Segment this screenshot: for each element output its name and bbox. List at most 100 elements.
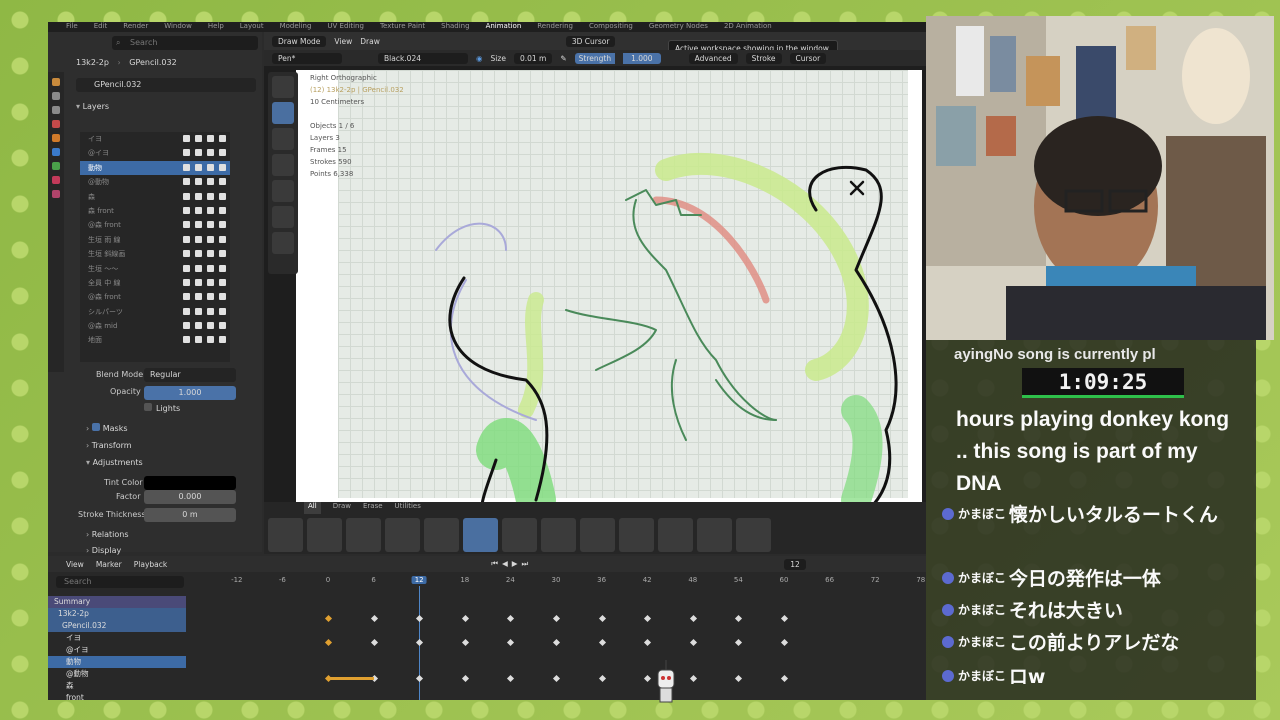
layer-visibility-icons[interactable] <box>183 206 226 214</box>
layer-visibility-icons[interactable] <box>183 322 226 330</box>
layer-visibility-icons[interactable] <box>183 163 226 171</box>
channel-row[interactable]: front <box>48 692 186 700</box>
brush-thumbnail[interactable] <box>541 518 576 552</box>
layer-item[interactable]: 生垣 斜線画 <box>80 247 230 261</box>
keyframe-marker[interactable] <box>552 638 561 647</box>
brush-thumbnail[interactable] <box>424 518 459 552</box>
channel-row[interactable]: 動物 <box>48 656 186 668</box>
keyframe-marker[interactable] <box>689 614 697 623</box>
tab-compositing[interactable]: Compositing <box>589 22 633 32</box>
keyframe-marker[interactable] <box>598 638 606 647</box>
keyframe-marker[interactable] <box>689 638 697 647</box>
layer-item[interactable]: @イヨ <box>80 146 230 160</box>
layers-section-header[interactable]: ▾ Layers <box>76 100 109 114</box>
tint-color-swatch[interactable] <box>144 476 236 490</box>
cursor-tool-icon[interactable] <box>272 76 294 98</box>
shelf-tab-all[interactable]: All <box>304 502 321 514</box>
transform-section[interactable]: › Transform <box>86 439 132 453</box>
tool-tab-icon[interactable] <box>52 78 60 86</box>
properties-search[interactable]: ⌕ Search <box>112 36 258 50</box>
stroke-dropdown[interactable]: Stroke <box>745 52 782 64</box>
menu-window[interactable]: Window <box>164 22 192 32</box>
tab-animation[interactable]: Animation <box>486 22 522 32</box>
keyframe-marker[interactable] <box>416 638 424 647</box>
layer-visibility-icons[interactable] <box>183 278 226 286</box>
render-tab-icon[interactable] <box>52 92 60 100</box>
keyframe-marker[interactable] <box>735 674 743 683</box>
keyframe-marker[interactable] <box>370 614 378 623</box>
view-menu[interactable]: View <box>334 37 352 46</box>
tab-2d-animation[interactable]: 2D Animation <box>724 22 772 32</box>
layer-visibility-icons[interactable] <box>183 149 226 157</box>
layer-visibility-icons[interactable] <box>183 192 226 200</box>
keyframe-marker[interactable] <box>461 638 469 647</box>
menu-render[interactable]: Render <box>123 22 148 32</box>
draw-tool-icon[interactable] <box>272 102 294 124</box>
brush-thumbnail[interactable] <box>736 518 771 552</box>
keyframe-marker[interactable] <box>324 614 333 623</box>
layer-visibility-icons[interactable] <box>183 336 226 344</box>
size-field[interactable]: 0.01 m <box>513 52 553 64</box>
menu-file[interactable]: File <box>66 22 78 32</box>
advanced-dropdown[interactable]: Advanced <box>688 52 738 64</box>
keyframe-marker[interactable] <box>507 674 515 683</box>
layer-visibility-icons[interactable] <box>183 264 226 272</box>
object-tab-icon[interactable] <box>52 134 60 142</box>
timeline-playback-menu[interactable]: Playback <box>134 560 167 569</box>
channel-row[interactable]: Summary <box>48 596 186 608</box>
relations-section[interactable]: › Relations <box>86 528 129 542</box>
texture-tab-icon[interactable] <box>52 190 60 198</box>
layer-item[interactable]: 森 <box>80 190 230 204</box>
strength-field[interactable]: 1.000 <box>623 52 661 64</box>
keyframe-marker[interactable] <box>780 674 789 683</box>
mode-selector[interactable]: Draw Mode <box>272 35 327 47</box>
layer-list[interactable]: イヨ @イヨ 動物 @動物森森 front @森 front 生垣 雨 線生垣 斜線画 生垣… <box>80 132 230 362</box>
box-tool-icon[interactable] <box>272 180 294 202</box>
layer-visibility-icons[interactable] <box>183 221 226 229</box>
brush-thumbnail[interactable] <box>502 518 537 552</box>
tab-geometry-nodes[interactable]: Geometry Nodes <box>649 22 708 32</box>
modifier-tab-icon[interactable] <box>52 148 60 156</box>
channel-row[interactable]: イヨ <box>48 632 186 644</box>
layer-visibility-icons[interactable] <box>183 135 226 142</box>
adjustments-section[interactable]: ▾ Adjustments <box>86 456 143 470</box>
layer-item[interactable]: 地面 <box>80 333 230 347</box>
layer-item[interactable]: @森 mid <box>80 319 230 333</box>
layer-item[interactable]: イヨ <box>80 132 230 146</box>
tab-texture-paint[interactable]: Texture Paint <box>380 22 425 32</box>
keyframe-marker[interactable] <box>552 674 561 683</box>
layer-visibility-icons[interactable] <box>183 293 226 301</box>
keyframe-marker[interactable] <box>735 638 743 647</box>
tab-layout[interactable]: Layout <box>240 22 264 32</box>
channel-row[interactable]: @イヨ <box>48 644 186 656</box>
channel-row[interactable]: 13k2-2p <box>48 608 186 620</box>
keyframe-marker[interactable] <box>598 674 606 683</box>
opacity-slider[interactable]: 1.000 <box>144 386 236 400</box>
layer-visibility-icons[interactable] <box>183 235 226 243</box>
cursor-dropdown[interactable]: Cursor <box>789 52 827 64</box>
lights-checkbox[interactable]: Lights <box>144 402 180 416</box>
data-tab-icon[interactable] <box>52 162 60 170</box>
shelf-tab-erase[interactable]: Erase <box>363 502 383 514</box>
timeline-search[interactable]: Search <box>56 576 184 588</box>
keyframe-marker[interactable] <box>598 614 606 623</box>
brush-thumbnail[interactable] <box>580 518 615 552</box>
keyframe-marker[interactable] <box>644 614 652 623</box>
keyframe-marker[interactable] <box>735 614 743 623</box>
layer-item[interactable]: @森 front <box>80 218 230 232</box>
eyedropper-tool-icon[interactable] <box>272 232 294 254</box>
tint-tool-icon[interactable] <box>272 206 294 228</box>
material-tab-icon[interactable] <box>52 176 60 184</box>
layer-item[interactable]: シルパーツ <box>80 305 230 319</box>
layer-item[interactable]: 動物 <box>80 160 230 176</box>
brush-thumbnail[interactable] <box>697 518 732 552</box>
brush-thumbnail[interactable] <box>658 518 693 552</box>
brush-thumbnail[interactable] <box>385 518 420 552</box>
brush-thumbnail[interactable] <box>346 518 381 552</box>
draw-menu[interactable]: Draw <box>360 37 380 46</box>
output-tab-icon[interactable] <box>52 106 60 114</box>
factor-field[interactable]: 0.000 <box>144 490 236 504</box>
keyframe-marker[interactable] <box>324 638 333 647</box>
layer-visibility-icons[interactable] <box>183 307 226 315</box>
layer-visibility-icons[interactable] <box>183 250 226 258</box>
